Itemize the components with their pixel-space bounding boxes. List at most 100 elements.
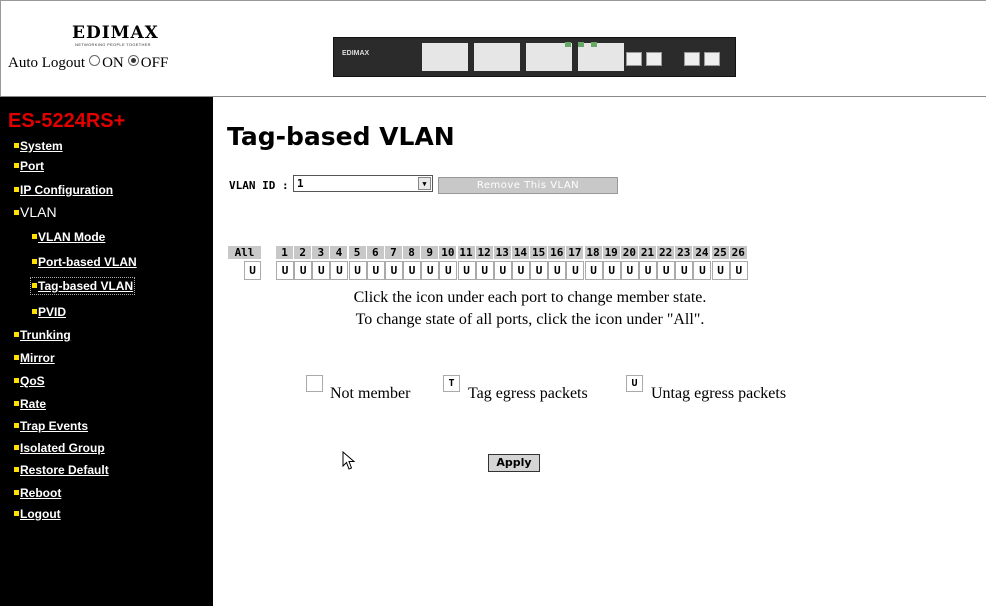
switch-port-group [422,43,468,71]
port-toggle[interactable]: U [602,261,621,280]
port-toggle[interactable]: U [312,261,331,280]
port-header: 16 [548,246,566,259]
legend-not-member-label: Not member [330,385,411,402]
port-toggle[interactable]: U [403,261,422,280]
page-title: Tag-based VLAN [227,122,455,151]
sidebar-item-qos[interactable]: QoS [14,374,45,388]
port-toggle[interactable]: U [511,261,530,280]
port-toggle[interactable]: U [457,261,476,280]
bullet-icon [14,187,19,192]
sidebar-item-port[interactable]: Port [14,159,44,173]
remove-vlan-button[interactable]: Remove This VLAN [438,177,618,194]
port-toggle[interactable]: U [276,261,294,280]
bullet-icon [14,332,19,337]
sidebar-item-system[interactable]: System [14,139,63,153]
sidebar-item-reboot[interactable]: Reboot [14,486,61,500]
sidebar-item-port-based-vlan[interactable]: Port-based VLAN [32,255,137,269]
switch-sfp-port [626,52,642,66]
port-toggle[interactable]: U [548,261,567,280]
port-header: 2 [294,246,312,259]
switch-front-panel-image: EDIMAX [333,37,736,77]
sidebar-item-trap-events[interactable]: Trap Events [14,419,88,433]
port-toggle[interactable]: U [639,261,657,280]
port-toggle[interactable]: U [493,261,512,280]
sidebar-item-pvid[interactable]: PVID [32,305,66,319]
sidebar-item-label: Port-based VLAN [38,255,137,269]
vlan-id-label: VLAN ID : [229,179,289,192]
port-toggle[interactable]: U [348,261,367,280]
port-header: 21 [639,246,656,259]
port-header: 8 [403,246,421,259]
bullet-icon [14,163,19,168]
auto-logout-label: Auto Logout [8,55,86,71]
port-toggle[interactable]: U [439,261,458,280]
port-header: 9 [421,246,439,259]
bullet-icon [14,355,19,360]
port-toggle[interactable]: U [693,261,712,280]
sidebar-item-rate[interactable]: Rate [14,397,46,411]
port-header: 22 [657,246,675,259]
sidebar-item-label: QoS [20,374,45,388]
switch-sfp-port [646,52,662,66]
port-header: 17 [566,246,584,259]
sidebar-item-label: IP Configuration [20,183,114,197]
switch-port-group [526,43,572,71]
port-header: 1 [276,246,293,259]
sidebar-item-vlan[interactable]: VLAN [14,204,57,220]
bullet-icon [14,210,19,215]
sidebar: ES-5224RS+ System Port IP Configuration VLA… [0,97,213,606]
legend-tag-icon: T [443,375,460,392]
sidebar-item-isolated-group[interactable]: Isolated Group [14,441,105,455]
model-name: ES-5224RS+ [8,110,126,132]
legend-tag-label: Tag egress packets [468,385,588,402]
port-header: 5 [348,246,366,259]
sidebar-item-vlan-mode[interactable]: VLAN Mode [32,230,105,244]
port-toggle[interactable]: U [475,261,494,280]
sidebar-item-restore-default[interactable]: Restore Default [14,463,109,477]
sidebar-item-trunking[interactable]: Trunking [14,328,71,342]
port-toggle[interactable]: U [294,261,313,280]
logo-tagline: NETWORKING PEOPLE TOGETHER [75,42,151,47]
vlan-id-select[interactable]: 1 ▼ [293,175,433,192]
port-header: 12 [475,246,493,259]
switch-sfp-port [704,52,720,66]
port-header: 13 [493,246,511,259]
sidebar-item-label: Restore Default [20,463,109,477]
apply-button[interactable]: Apply [488,454,540,472]
port-toggle[interactable]: U [584,261,603,280]
port-toggle[interactable]: U [657,261,676,280]
port-toggle[interactable]: U [530,261,549,280]
switch-sfp-port [684,52,700,66]
port-header: 10 [439,246,457,259]
vlan-id-value: 1 [297,177,304,190]
sidebar-item-mirror[interactable]: Mirror [14,351,55,365]
port-toggle[interactable]: U [566,261,585,280]
port-toggle[interactable]: U [421,261,440,280]
port-header: 26 [729,246,747,259]
sidebar-item-tag-based-vlan[interactable]: Tag-based VLAN [29,277,136,295]
bullet-icon [32,283,37,288]
sidebar-item-label: Mirror [20,351,55,365]
chevron-down-icon[interactable]: ▼ [418,177,431,190]
sidebar-item-ip-configuration[interactable]: IP Configuration [14,183,113,197]
port-toggle-all[interactable]: U [244,261,261,280]
port-header: 20 [620,246,638,259]
port-header: 15 [530,246,548,259]
sidebar-item-logout[interactable]: Logout [14,507,61,521]
port-toggle[interactable]: U [729,261,748,280]
switch-port-group [474,43,520,71]
auto-logout-off-radio[interactable] [127,55,139,66]
auto-logout-on-radio[interactable] [89,55,101,66]
instruction-line-2: To change state of all ports, click the … [355,311,705,328]
sidebar-item-label: Tag-based VLAN [38,279,134,293]
port-toggle[interactable]: U [675,261,694,280]
port-header: 19 [602,246,620,259]
port-toggle[interactable]: U [330,261,349,280]
sidebar-item-label: PVID [38,305,67,319]
port-toggle[interactable]: U [384,261,403,280]
sidebar-item-label: Reboot [20,486,62,500]
port-toggle[interactable]: U [711,261,730,280]
port-toggle[interactable]: U [366,261,385,280]
bullet-icon [32,234,37,239]
port-toggle[interactable]: U [620,261,639,280]
